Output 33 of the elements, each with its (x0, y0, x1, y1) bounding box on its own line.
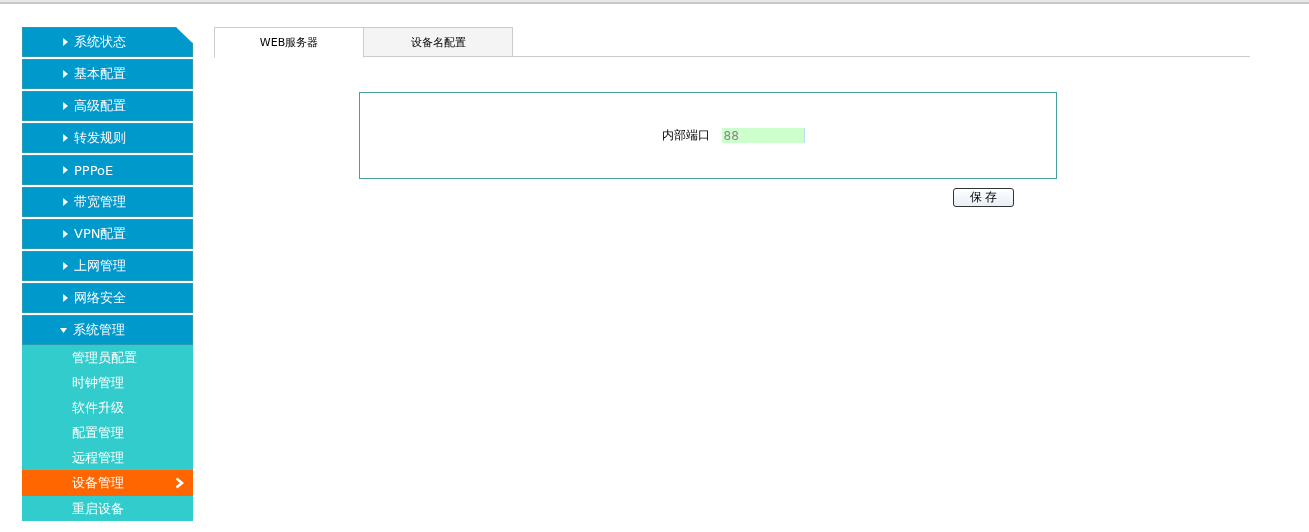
sidebar-item[interactable]: 带宽管理 (22, 187, 193, 217)
caret-right-icon (63, 230, 68, 238)
port-input[interactable]: 88 (721, 128, 805, 143)
caret-right-icon (63, 198, 68, 206)
caret-down-icon (60, 328, 67, 333)
caret-right-icon (63, 294, 68, 302)
tab[interactable]: WEB服务器 (214, 27, 364, 58)
submenu-item[interactable]: 重启设备 (22, 496, 193, 521)
submenu-item[interactable]: 远程管理 (22, 445, 193, 470)
sidebar-item[interactable]: 网络安全 (22, 283, 193, 313)
sidebar-item[interactable]: VPN配置 (22, 219, 193, 249)
caret-right-icon (63, 70, 68, 78)
sidebar-item[interactable]: 转发规则 (22, 123, 193, 153)
sidebar-item[interactable]: 上网管理 (22, 251, 193, 281)
caret-right-icon (63, 102, 68, 110)
caret-right-icon (63, 134, 68, 142)
submenu-item[interactable]: 软件升级 (22, 395, 193, 420)
caret-right-icon (63, 38, 68, 46)
submenu-item[interactable]: 设备管理 (22, 470, 193, 496)
sidebar-item[interactable]: 高级配置 (22, 91, 193, 121)
submenu-item[interactable]: 管理员配置 (22, 345, 193, 370)
port-label: 内部端口 (661, 127, 710, 144)
submenu-item[interactable]: 时钟管理 (22, 370, 193, 395)
chevron-right-icon (175, 477, 184, 489)
sidebar-item[interactable]: 系统管理 (22, 315, 193, 345)
save-button[interactable]: 保 存 (953, 188, 1014, 207)
caret-right-icon (63, 262, 68, 270)
sidebar-item[interactable]: 基本配置 (22, 59, 193, 89)
tab[interactable]: 设备名配置 (364, 27, 513, 57)
submenu-item[interactable]: 配置管理 (22, 420, 193, 445)
sidebar-item[interactable]: PPPoE (22, 155, 193, 185)
sidebar-item[interactable]: 系统状态 (22, 27, 193, 57)
caret-right-icon (63, 166, 68, 174)
